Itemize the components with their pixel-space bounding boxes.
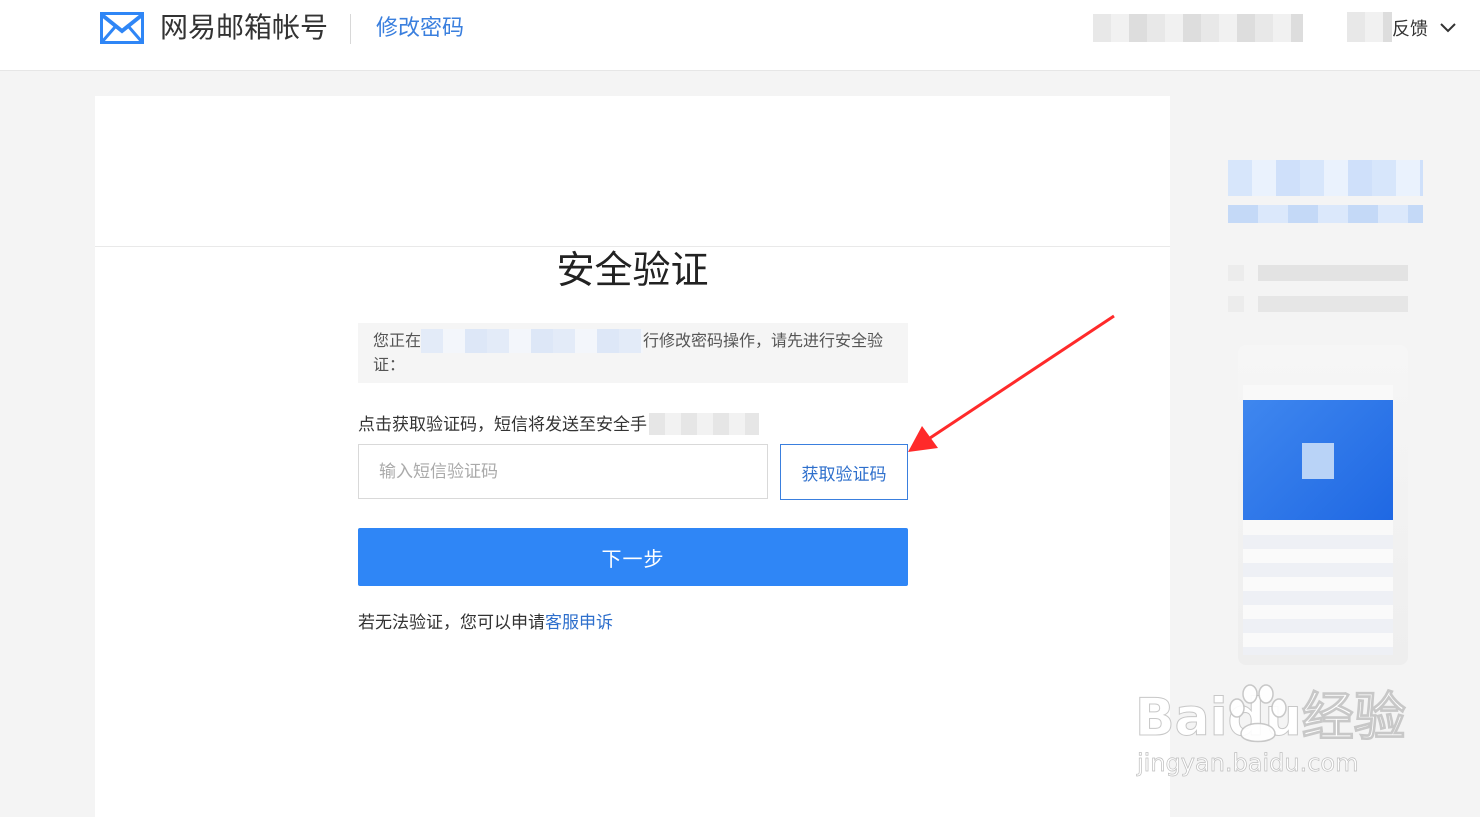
sms-code-input[interactable] <box>358 444 768 499</box>
side-promo-line-blurred <box>1258 296 1408 312</box>
side-promo-subtitle-blurred <box>1228 205 1423 223</box>
header-divider <box>350 14 351 44</box>
top-header: 网易邮箱帐号 修改密码 反馈 <box>0 0 1480 71</box>
appeal-line: 若无法验证，您可以申请客服申诉 <box>358 611 613 635</box>
app-logo-icon <box>1302 443 1334 479</box>
get-code-button[interactable]: 获取验证码 <box>780 444 908 500</box>
side-promo-title-blurred <box>1228 160 1423 196</box>
help-menu-blurred[interactable] <box>1347 12 1392 42</box>
side-bullet-icon <box>1228 296 1244 312</box>
customer-service-appeal-link[interactable]: 客服申诉 <box>545 613 613 633</box>
phone-app-list <box>1243 535 1393 655</box>
appeal-text: 若无法验证，您可以申请 <box>358 613 545 633</box>
sms-hint: 点击获取验证码，短信将发送至安全手 <box>358 413 759 437</box>
brand-name: 网易邮箱帐号 <box>160 11 329 44</box>
watermark-url: jingyan.baidu.com <box>1137 749 1359 778</box>
annotation-arrow-icon <box>908 314 1115 452</box>
page-title: 安全验证 <box>556 248 709 292</box>
next-step-button[interactable]: 下一步 <box>358 528 908 586</box>
title-divider <box>95 246 1170 247</box>
account-name-blurred[interactable] <box>1093 14 1303 42</box>
phone-number-blurred <box>649 413 759 435</box>
chevron-down-icon[interactable] <box>1440 22 1456 34</box>
sms-hint-text: 点击获取验证码，短信将发送至安全手 <box>358 415 647 435</box>
email-address-blurred <box>421 329 644 353</box>
notice-prefix: 您正在 <box>373 331 422 350</box>
feedback-menu[interactable]: 反馈 <box>1392 18 1428 42</box>
verification-notice: 您正在 行修改密码操作，请先进行安全验证： <box>358 323 908 383</box>
side-bullet-icon <box>1228 265 1244 281</box>
side-promo-line-blurred <box>1258 265 1408 281</box>
paw-icon <box>1229 684 1287 743</box>
baidu-watermark: Baidu经验 jingyan.baidu.com <box>1135 682 1425 792</box>
page-name: 修改密码 <box>376 16 465 41</box>
mail-logo-icon[interactable] <box>100 12 144 44</box>
